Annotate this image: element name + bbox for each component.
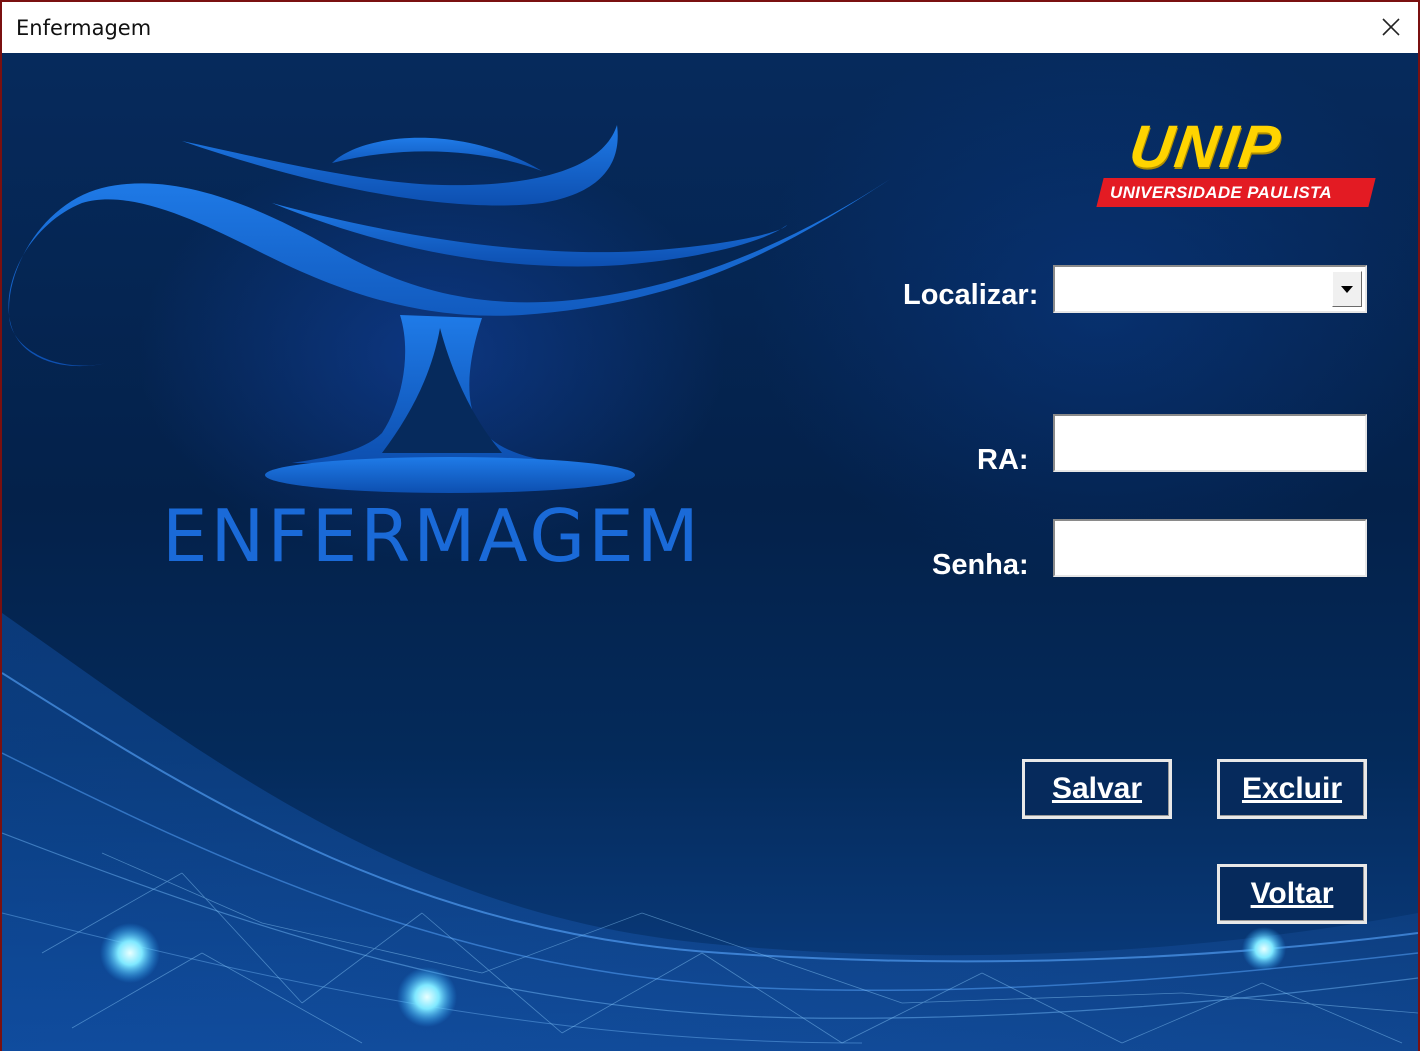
salvar-button-label: Salvar xyxy=(1051,772,1143,805)
localizar-label: Localizar: xyxy=(903,279,1039,311)
app-window: Enfermagem ENFERMAGEM UNIP UNIVERSIDADE … xyxy=(2,2,1418,1051)
form-background: ENFERMAGEM UNIP UNIVERSIDADE PAULISTA Lo… xyxy=(2,53,1418,1051)
dropdown-button[interactable] xyxy=(1332,271,1362,307)
localizar-combobox[interactable] xyxy=(1053,265,1367,313)
window-title: Enfermagem xyxy=(16,16,152,40)
excluir-button[interactable]: Excluir xyxy=(1217,759,1367,819)
senha-input[interactable] xyxy=(1053,519,1367,577)
title-bar: Enfermagem xyxy=(2,2,1418,53)
network-wave xyxy=(2,613,1418,1051)
close-button[interactable] xyxy=(1366,2,1418,53)
salvar-button[interactable]: Salvar xyxy=(1022,759,1172,819)
voltar-button-label: Voltar xyxy=(1250,877,1334,910)
senha-label: Senha: xyxy=(932,549,1029,581)
voltar-button[interactable]: Voltar xyxy=(1217,864,1367,924)
close-icon xyxy=(1382,18,1400,36)
unip-logo-text: UNIP xyxy=(1125,113,1287,180)
chevron-down-icon xyxy=(1341,286,1353,293)
excluir-button-label: Excluir xyxy=(1241,772,1343,805)
unip-logo: UNIP UNIVERSIDADE PAULISTA xyxy=(1094,113,1384,217)
ra-label: RA: xyxy=(977,444,1029,476)
ra-input[interactable] xyxy=(1053,414,1367,472)
unip-logo-subtitle: UNIVERSIDADE PAULISTA xyxy=(1110,183,1332,202)
emblem-text: ENFERMAGEM xyxy=(162,494,702,578)
nursing-lamp-icon: ENFERMAGEM xyxy=(8,125,892,578)
